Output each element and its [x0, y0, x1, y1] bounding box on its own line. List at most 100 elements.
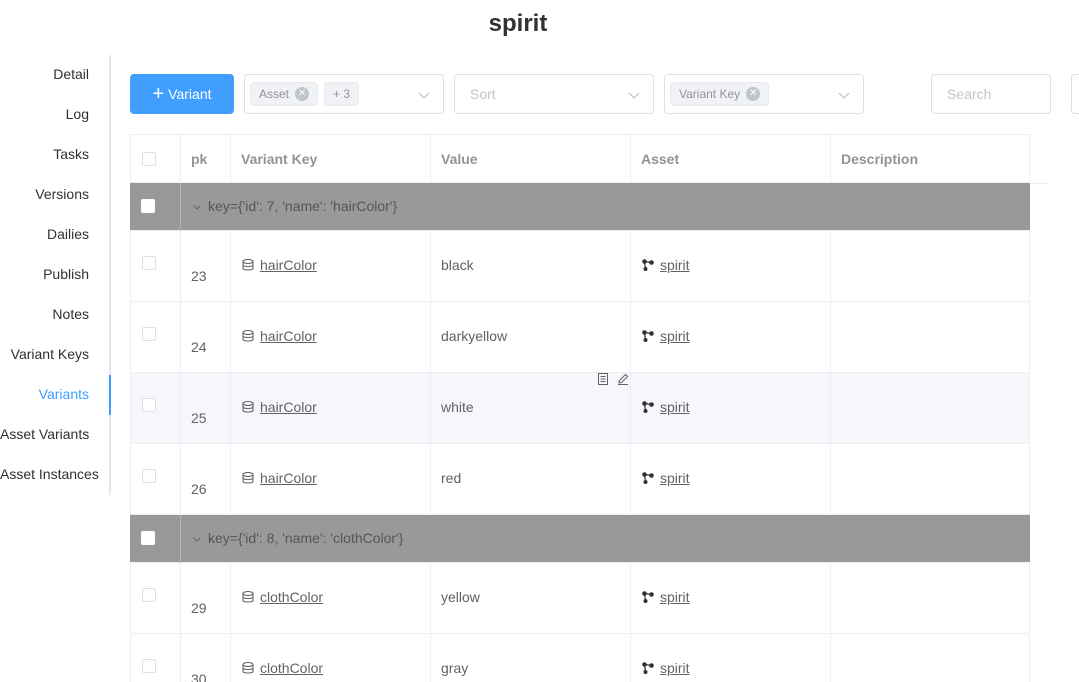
document-icon[interactable]: [596, 372, 610, 386]
variant-key-filter-select[interactable]: Variant Key ✕: [664, 74, 864, 114]
pk-value: 24: [191, 339, 207, 355]
pk-cell: 30: [181, 634, 231, 682]
column-header-variant-key[interactable]: Variant Key: [231, 135, 431, 182]
value-text: red: [441, 470, 462, 486]
asset-cell: spirit: [631, 302, 831, 372]
plus-icon: +: [152, 83, 165, 105]
header-gutter: [1030, 135, 1048, 184]
value-cell: black: [431, 231, 631, 301]
row-checkbox[interactable]: [142, 469, 156, 483]
asset-link[interactable]: spirit: [660, 257, 690, 273]
sidebar-item-variant-keys[interactable]: Variant Keys: [0, 335, 109, 375]
sidebar-item-tasks[interactable]: Tasks: [0, 135, 109, 175]
row-select-cell: [130, 231, 181, 301]
group-checkbox[interactable]: [141, 531, 155, 545]
table-row[interactable]: 24 hairColor darkyellow spirit: [130, 302, 1030, 373]
database-icon: [242, 258, 254, 271]
value-cell: white: [431, 373, 631, 443]
table-row[interactable]: 29 clothColor yellow spirit: [130, 563, 1030, 634]
asset-node-icon: [642, 330, 654, 342]
row-checkbox[interactable]: [142, 659, 156, 673]
row-actions: [596, 372, 630, 386]
database-icon: [242, 661, 254, 674]
sidebar-item-versions[interactable]: Versions: [0, 175, 109, 215]
table-row[interactable]: 26 hairColor red spirit: [130, 444, 1030, 515]
asset-link[interactable]: spirit: [660, 328, 690, 344]
sidebar-item-variants[interactable]: Variants: [0, 375, 111, 415]
row-checkbox[interactable]: [142, 398, 156, 412]
variant-key-cell: hairColor: [231, 373, 431, 443]
asset-cell: spirit: [631, 444, 831, 514]
sidebar-item-asset-variants[interactable]: Asset Variants: [0, 415, 109, 455]
column-header-description[interactable]: Description: [831, 135, 1030, 182]
toolbar-extra-control[interactable]: [1071, 74, 1079, 114]
add-variant-button[interactable]: + Variant: [130, 74, 234, 114]
pk-cell: 25: [181, 373, 231, 443]
sidebar-item-notes[interactable]: Notes: [0, 295, 109, 335]
group-checkbox[interactable]: [141, 199, 155, 213]
variant-key-link[interactable]: hairColor: [260, 257, 317, 273]
variant-key-link[interactable]: hairColor: [260, 399, 317, 415]
description-cell: [831, 634, 1030, 682]
description-cell: [831, 563, 1030, 633]
group-label[interactable]: key={'id': 8, 'name': 'clothColor'}: [192, 515, 403, 562]
variant-key-link[interactable]: hairColor: [260, 328, 317, 344]
tag-close-icon[interactable]: ✕: [295, 87, 310, 101]
group-row[interactable]: key={'id': 7, 'name': 'hairColor'}: [130, 183, 1030, 231]
sidebar-item-asset-instances[interactable]: Asset Instances: [0, 455, 109, 495]
search-input[interactable]: [931, 74, 1051, 114]
group-label[interactable]: key={'id': 7, 'name': 'hairColor'}: [192, 183, 397, 230]
sidebar-item-detail[interactable]: Detail: [0, 55, 109, 95]
edit-icon[interactable]: [616, 372, 630, 386]
asset-filter-select[interactable]: Asset ✕ + 3: [244, 74, 444, 114]
filter-tag-asset: Asset ✕: [250, 82, 319, 106]
asset-cell: spirit: [631, 231, 831, 301]
table-row[interactable]: 25 hairColor white spirit: [130, 373, 1030, 444]
row-checkbox[interactable]: [142, 588, 156, 602]
row-select-cell: [130, 373, 181, 443]
asset-node-icon: [642, 472, 654, 484]
row-checkbox[interactable]: [142, 256, 156, 270]
table-row[interactable]: 30 clothColor gray spirit: [130, 634, 1030, 682]
column-header-asset[interactable]: Asset: [631, 135, 831, 182]
chevron-down-icon: [838, 92, 850, 99]
sort-select[interactable]: Sort: [454, 74, 654, 114]
filter-tag-variant-key-label: Variant Key: [679, 87, 741, 101]
value-cell: gray: [431, 634, 631, 682]
variant-key-link[interactable]: hairColor: [260, 470, 317, 486]
row-checkbox[interactable]: [142, 327, 156, 341]
variant-key-cell: clothColor: [231, 563, 431, 633]
sidebar-item-dailies[interactable]: Dailies: [0, 215, 109, 255]
asset-link[interactable]: spirit: [660, 660, 690, 676]
tag-close-icon[interactable]: ✕: [746, 87, 761, 101]
group-row[interactable]: key={'id': 8, 'name': 'clothColor'}: [130, 515, 1030, 563]
asset-link[interactable]: spirit: [660, 589, 690, 605]
chevron-down-icon: [193, 205, 201, 211]
chevron-down-icon: [628, 92, 640, 99]
column-header-pk[interactable]: pk: [181, 135, 231, 182]
filter-tag-variant-key: Variant Key ✕: [670, 82, 770, 106]
value-text: gray: [441, 660, 469, 676]
variant-key-link[interactable]: clothColor: [260, 589, 323, 605]
variant-key-link[interactable]: clothColor: [260, 660, 323, 676]
group-label-text: key={'id': 8, 'name': 'clothColor'}: [208, 530, 404, 546]
pk-value: 23: [191, 268, 207, 284]
value-cell: red: [431, 444, 631, 514]
asset-node-icon: [642, 259, 654, 271]
table-row[interactable]: 23 hairColor black spirit: [130, 231, 1030, 302]
pk-value: 30: [191, 671, 207, 682]
asset-link[interactable]: spirit: [660, 399, 690, 415]
variant-key-cell: clothColor: [231, 634, 431, 682]
header-select-all-cell: [130, 135, 181, 182]
database-icon: [242, 471, 254, 484]
pk-cell: 26: [181, 444, 231, 514]
select-all-checkbox[interactable]: [142, 152, 156, 166]
sidebar-item-publish[interactable]: Publish: [0, 255, 109, 295]
column-header-value[interactable]: Value: [431, 135, 631, 182]
pk-value: 26: [191, 481, 207, 497]
asset-cell: spirit: [631, 373, 831, 443]
asset-cell: spirit: [631, 563, 831, 633]
sidebar-item-log[interactable]: Log: [0, 95, 109, 135]
asset-link[interactable]: spirit: [660, 470, 690, 486]
asset-node-icon: [642, 662, 654, 674]
